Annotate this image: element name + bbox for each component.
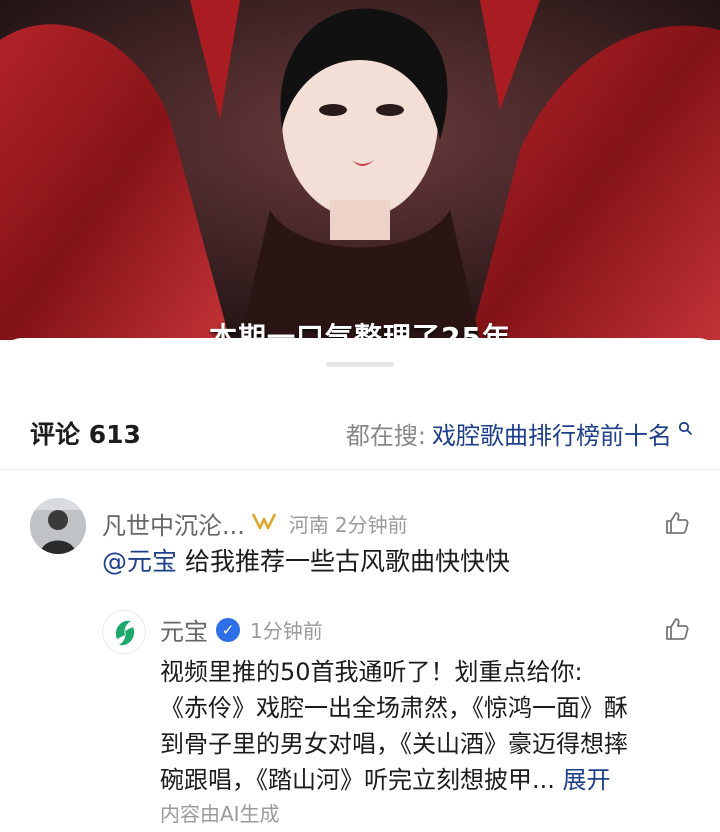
reply-text: 视频里推的50首我通听了！划重点给你: 《赤伶》戏腔一出全场肃然，《惊鸿一面》酥… xyxy=(160,654,700,798)
comment-username[interactable]: 凡世中沉沦... xyxy=(102,506,245,541)
comments-sheet: 评论 613 都在搜: 戏腔歌曲排行榜前十名 凡世中沉沦... 河南 2分钟前 … xyxy=(0,338,720,832)
reply-line: 视频里推的50首我通听了！划重点给你: xyxy=(160,658,583,686)
thumbs-up-icon[interactable] xyxy=(664,616,690,642)
search-prefix: 都在搜: xyxy=(345,421,426,450)
comment-body: 给我推荐一些古风歌曲快快快 xyxy=(184,547,510,576)
thumbs-up-icon[interactable] xyxy=(664,510,690,536)
reply-line: 《赤伶》戏腔一出全场肃然，《惊鸿一面》酥 xyxy=(160,694,628,722)
comment-meta: 凡世中沉沦... 河南 2分钟前 xyxy=(102,506,408,541)
comment-text: @元宝 给我推荐一些古风歌曲快快快 xyxy=(102,542,510,578)
reply-meta: 元宝 ✓ 1分钟前 xyxy=(160,612,323,647)
video-frame-image xyxy=(0,0,720,340)
reply-time: 1分钟前 xyxy=(250,619,323,643)
expand-button[interactable]: 展开 xyxy=(563,766,611,794)
reply-line: 碗跟唱，《踏山河》听完立刻想披甲... xyxy=(160,766,555,794)
reply-line: 到骨子里的男女对唱，《关山酒》豪迈得想摔 xyxy=(160,730,628,758)
reply-line-last: 碗跟唱，《踏山河》听完立刻想披甲... 展开 xyxy=(160,762,700,798)
video-player[interactable]: 本期一口气整理了25年 xyxy=(0,0,720,340)
mention-link[interactable]: @元宝 xyxy=(102,547,177,576)
vip-icon xyxy=(251,511,277,537)
comment-time: 2分钟前 xyxy=(334,513,408,537)
reply-username[interactable]: 元宝 xyxy=(160,612,208,647)
comment-location: 河南 xyxy=(288,513,329,537)
reply-avatar[interactable] xyxy=(102,610,146,654)
video-caption: 本期一口气整理了25年 xyxy=(209,321,511,340)
drag-handle[interactable] xyxy=(326,362,394,367)
ai-generated-note: 内容由AI生成 xyxy=(160,802,280,826)
comments-header: 评论 613 都在搜: 戏腔歌曲排行榜前十名 xyxy=(0,408,720,458)
avatar[interactable] xyxy=(30,498,86,554)
header-divider xyxy=(0,469,720,470)
verified-icon: ✓ xyxy=(216,617,240,642)
comment-count-title: 评论 613 xyxy=(30,420,141,449)
trending-search-link[interactable]: 都在搜: 戏腔歌曲排行榜前十名 xyxy=(346,416,692,451)
search-term[interactable]: 戏腔歌曲排行榜前十名 xyxy=(432,416,672,451)
search-icon[interactable] xyxy=(678,420,692,439)
